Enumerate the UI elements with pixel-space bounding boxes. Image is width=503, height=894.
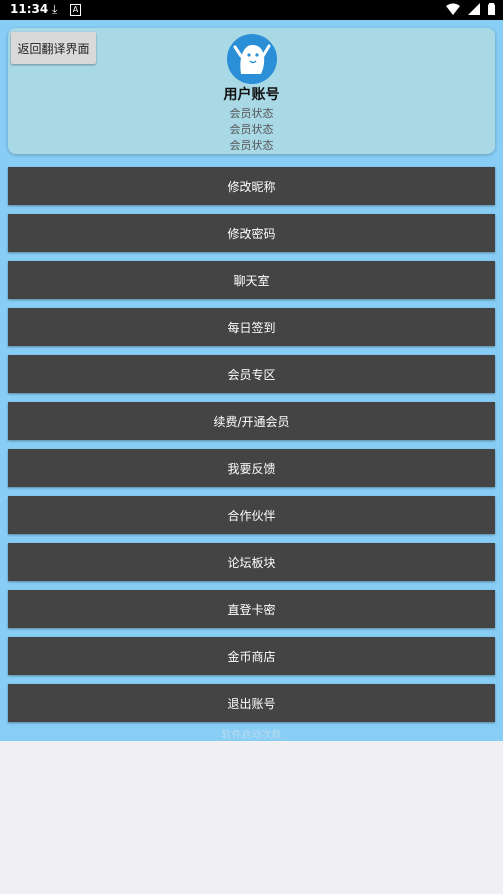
member-status: 会员状态	[229, 123, 274, 136]
coin-shop-button[interactable]: 金币商店	[8, 637, 495, 675]
member-zone-button[interactable]: 会员专区	[8, 355, 495, 393]
logout-button[interactable]: 退出账号	[8, 684, 495, 722]
status-time: 11:34	[10, 2, 49, 16]
renew-membership-button[interactable]: 续费/开通会员	[8, 402, 495, 440]
download-icon: ⤓	[52, 2, 58, 16]
partners-button[interactable]: 合作伙伴	[8, 496, 495, 534]
chatroom-button[interactable]: 聊天室	[8, 261, 495, 299]
avatar	[227, 34, 277, 84]
wifi-icon	[446, 3, 461, 15]
forum-button[interactable]: 论坛板块	[8, 543, 495, 581]
change-password-button[interactable]: 修改密码	[8, 214, 495, 252]
direct-login-card-button[interactable]: 直登卡密	[8, 590, 495, 628]
status-bar: 11:34 ⤓ A	[0, 0, 503, 20]
username: 用户账号	[223, 87, 280, 103]
daily-checkin-button[interactable]: 每日签到	[8, 308, 495, 346]
back-to-translate-button[interactable]: 返回翻译界面	[11, 32, 96, 64]
battery-icon	[488, 3, 495, 15]
signal-icon	[468, 3, 481, 15]
launch-count-text: 软件启动次数	[221, 730, 282, 741]
profile-card: 返回翻译界面 用户账号 会员状态 会员状态 会员状态	[8, 28, 495, 154]
notification-a-icon: A	[70, 4, 81, 16]
member-status: 会员状态	[229, 107, 274, 120]
edit-nickname-button[interactable]: 修改昵称	[8, 167, 495, 205]
feedback-button[interactable]: 我要反馈	[8, 449, 495, 487]
account-screen: 返回翻译界面 用户账号 会员状态 会员状态 会员状态 修改昵称 修改密码 聊天室…	[0, 20, 503, 741]
member-status: 会员状态	[229, 139, 274, 152]
